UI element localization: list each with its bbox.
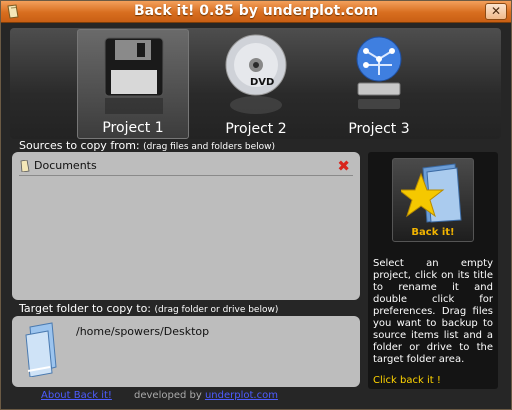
- site-link[interactable]: underplot.com: [205, 390, 278, 401]
- help-call-to-action: Click back it !: [373, 375, 441, 386]
- floppy-disk-icon: [104, 37, 164, 114]
- document-icon: [20, 160, 30, 172]
- network-drive-icon: [356, 36, 402, 109]
- target-hint: (drag folder or drive below): [154, 305, 279, 315]
- folder-icon: [25, 322, 57, 377]
- target-path: /home/spowers/Desktop: [76, 325, 210, 338]
- projects-bar: Project 1 DVD Project 2 Project 3: [10, 28, 501, 139]
- sources-label: Sources to copy from:: [19, 139, 140, 152]
- help-text: Select an empty project, click on its ti…: [373, 258, 493, 365]
- back-it-label[interactable]: Back it!: [393, 227, 473, 238]
- project-2-tab[interactable]: DVD Project 2: [200, 29, 312, 139]
- sources-heading: Sources to copy from: (drag files and fo…: [19, 139, 275, 152]
- list-item[interactable]: Documents ✖: [19, 157, 353, 176]
- sources-drop-area[interactable]: Documents ✖: [12, 152, 360, 300]
- project-2-label[interactable]: Project 2: [200, 121, 312, 137]
- side-panel: Back it! Select an empty project, click …: [368, 152, 498, 389]
- source-name: Documents: [34, 159, 97, 172]
- developer-credit: developed by underplot.com: [134, 390, 278, 401]
- project-3-tab[interactable]: Project 3: [323, 29, 435, 139]
- back-it-button[interactable]: Back it!: [392, 158, 474, 242]
- app-window: Back it! 0.85 by underplot.com ✕ Project…: [0, 0, 512, 410]
- target-drop-area[interactable]: /home/spowers/Desktop: [12, 316, 360, 387]
- close-button[interactable]: ✕: [485, 3, 507, 20]
- project-1-tab[interactable]: Project 1: [77, 29, 189, 139]
- title-bar[interactable]: Back it! 0.85 by underplot.com ✕: [1, 1, 511, 23]
- remove-icon[interactable]: ✖: [337, 159, 350, 174]
- target-heading: Target folder to copy to: (drag folder o…: [19, 302, 278, 315]
- project-3-label[interactable]: Project 3: [323, 121, 435, 137]
- about-link[interactable]: About Back it!: [41, 390, 112, 401]
- folder-star-icon: [401, 163, 462, 223]
- svg-text:DVD: DVD: [250, 77, 274, 88]
- window-title: Back it! 0.85 by underplot.com: [133, 3, 379, 19]
- project-1-label[interactable]: Project 1: [78, 120, 188, 136]
- sources-hint: (drag files and folders below): [143, 142, 275, 152]
- developed-by-text: developed by: [134, 390, 202, 401]
- target-label: Target folder to copy to:: [19, 302, 152, 315]
- dvd-icon: DVD: [225, 34, 287, 114]
